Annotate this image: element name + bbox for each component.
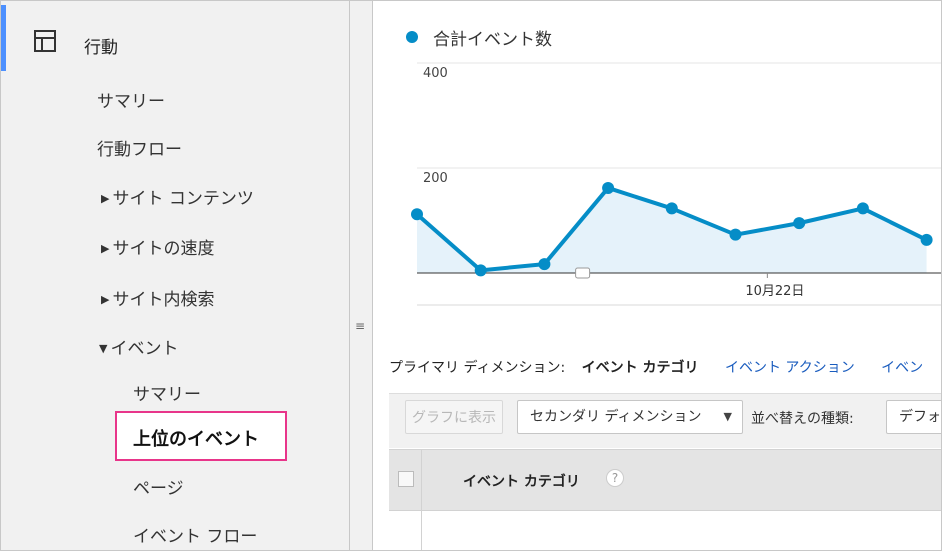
show-in-graph-button[interactable]: グラフに表示 xyxy=(405,400,503,434)
table-toolbar: グラフに表示 セカンダリ ディメンション ▼ 並べ替えの種類: デフォ xyxy=(389,393,941,448)
primary-dimension-label: プライマリ ディメンション: xyxy=(389,360,566,376)
sidebar-item-label: イベント フロー xyxy=(133,527,258,547)
dropdown-caret-icon: ▼ xyxy=(723,410,732,423)
table-row xyxy=(389,511,941,550)
sidebar-item-label: サマリー xyxy=(133,385,201,405)
chart-legend-label: 合計イベント数 xyxy=(433,30,552,50)
sidebar-item-label: サマリー xyxy=(97,92,165,112)
y-tick-label: 200 xyxy=(423,171,448,186)
collapse-arrow-icon: ▼ xyxy=(99,342,108,355)
dimension-event-action-link[interactable]: イベント アクション xyxy=(725,360,855,376)
drag-handle-icon: ≡ xyxy=(355,319,366,333)
annotation-marker-icon xyxy=(575,267,591,279)
sidebar-subitem-event-summary[interactable]: サマリー xyxy=(133,380,201,405)
sidebar-subitem-pages[interactable]: ページ xyxy=(133,474,184,499)
expand-arrow-icon: ▶ xyxy=(101,293,110,306)
data-point xyxy=(474,264,487,277)
sidebar-item-label: サイト内検索 xyxy=(112,290,215,310)
x-tick-label: 10月22日 xyxy=(745,284,804,299)
help-icon[interactable]: ? xyxy=(606,469,624,487)
y-tick-label: 400 xyxy=(423,66,448,81)
table-header: イベント カテゴリ ? xyxy=(389,449,941,511)
sidebar-section-behavior[interactable]: 行動 xyxy=(1,5,349,71)
data-point xyxy=(729,228,742,241)
data-point xyxy=(856,202,869,215)
sidebar-item-label: ページ xyxy=(133,479,184,499)
sidebar-item-label: 行動フロー xyxy=(97,140,182,160)
data-point xyxy=(665,202,678,215)
app-frame: 行動 サマリー 行動フロー ▶ サイト コンテンツ ▶ サイトの速度 ▶ サイト内検索… xyxy=(0,0,942,551)
sidebar-item-site-content[interactable]: ▶ サイト コンテンツ xyxy=(101,184,254,209)
sidebar-subitem-event-flow[interactable]: イベント フロー xyxy=(133,522,257,547)
secondary-dimension-dropdown[interactable]: セカンダリ ディメンション ▼ xyxy=(517,400,743,434)
dimension-event-label-link[interactable]: イベン xyxy=(881,360,923,376)
data-point xyxy=(793,217,806,230)
sort-type-select[interactable]: デフォ xyxy=(886,400,941,434)
dimension-event-category: イベント カテゴリ xyxy=(581,360,699,376)
series-area xyxy=(417,187,927,273)
sidebar-item-events[interactable]: ▼ イベント xyxy=(99,334,178,359)
column-header-event-category[interactable]: イベント カテゴリ xyxy=(463,471,580,491)
sidebar-item-site-speed[interactable]: ▶ サイトの速度 xyxy=(101,234,214,259)
sidebar-item-summary[interactable]: サマリー xyxy=(97,87,165,112)
data-point xyxy=(920,233,933,246)
sidebar-subitem-top-events[interactable]: 上位のイベント xyxy=(133,425,259,451)
sidebar-item-label: イベント xyxy=(110,339,179,359)
sidebar-item-label: サイトの速度 xyxy=(112,239,215,259)
sidebar-section-label: 行動 xyxy=(84,38,118,58)
data-point xyxy=(411,208,423,221)
select-all-checkbox[interactable] xyxy=(398,471,414,487)
sidebar: 行動 サマリー 行動フロー ▶ サイト コンテンツ ▶ サイトの速度 ▶ サイト内検索… xyxy=(1,1,350,550)
sidebar-item-site-search[interactable]: ▶ サイト内検索 xyxy=(101,285,214,310)
primary-dimension-bar: プライマリ ディメンション: イベント カテゴリ イベント アクション イベン xyxy=(389,357,923,377)
select-all-cell xyxy=(389,450,422,510)
layout-icon xyxy=(34,30,56,52)
data-point xyxy=(602,181,615,194)
expand-arrow-icon: ▶ xyxy=(101,242,110,255)
sidebar-item-label: サイト コンテンツ xyxy=(112,189,254,209)
secondary-dimension-label: セカンダリ ディメンション xyxy=(530,409,702,425)
legend-dot xyxy=(406,31,418,43)
sidebar-item-behavior-flow[interactable]: 行動フロー xyxy=(97,135,182,160)
main-content: 合計イベント数 400 200 10月22日 プライマリ ディメンション: イベント… xyxy=(373,1,942,550)
data-point xyxy=(538,258,551,271)
sidebar-resize-handle[interactable]: ≡ xyxy=(350,1,373,550)
row-checkbox-cell xyxy=(389,511,422,550)
line-chart[interactable]: 400 200 10月22日 xyxy=(373,56,942,306)
expand-arrow-icon: ▶ xyxy=(101,192,110,205)
sort-type-label: 並べ替えの種類: xyxy=(751,411,854,427)
